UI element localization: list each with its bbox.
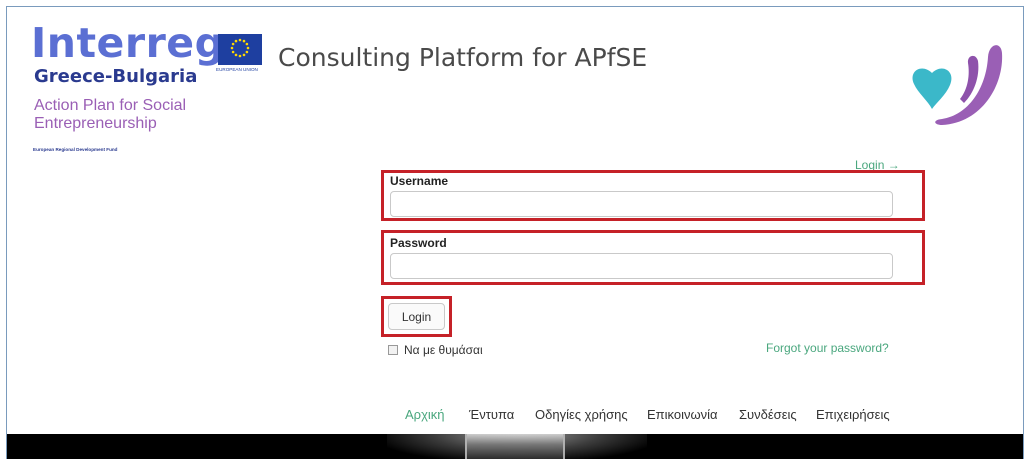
password-input[interactable] <box>390 253 893 279</box>
username-input[interactable] <box>390 191 893 217</box>
nav-item-forms[interactable]: Έντυπα <box>469 407 514 422</box>
page-frame: Interreg Greece-Bulgaria Action Plan for… <box>6 6 1024 459</box>
eu-caption: EUROPEAN UNION <box>216 67 258 72</box>
remember-me[interactable]: Να με θυμάσαι <box>388 343 483 357</box>
hero-glass <box>465 434 565 459</box>
nav-item-businesses[interactable]: Επιχειρήσεις <box>816 407 890 422</box>
brand-plan: Action Plan for Social Entrepreneurship <box>34 97 187 132</box>
remember-checkbox[interactable] <box>388 345 398 355</box>
login-button[interactable]: Login <box>388 303 445 330</box>
mascot-logo-icon <box>908 29 1004 129</box>
forgot-password-link[interactable]: Forgot your password? <box>766 341 889 355</box>
brand-fund: European Regional Development Fund <box>33 147 118 152</box>
page-title: Consulting Platform for APfSE <box>278 43 648 72</box>
password-field-group: Password <box>381 230 925 285</box>
eu-flag-icon <box>218 34 262 65</box>
nav-item-links[interactable]: Συνδέσεις <box>739 407 797 422</box>
nav-item-guide[interactable]: Οδηγίες χρήσης <box>535 407 628 422</box>
username-field-group: Username <box>381 170 925 221</box>
nav-item-contact[interactable]: Επικοινωνία <box>647 407 718 422</box>
login-button-highlight: Login <box>381 296 452 337</box>
hero-image <box>7 434 1023 459</box>
brand-region: Greece-Bulgaria <box>34 66 198 87</box>
brand-name: Interreg <box>31 19 225 67</box>
remember-label: Να με θυμάσαι <box>404 343 483 357</box>
password-label: Password <box>390 236 447 250</box>
nav-item-home[interactable]: Αρχική <box>405 407 445 422</box>
username-label: Username <box>390 174 449 188</box>
